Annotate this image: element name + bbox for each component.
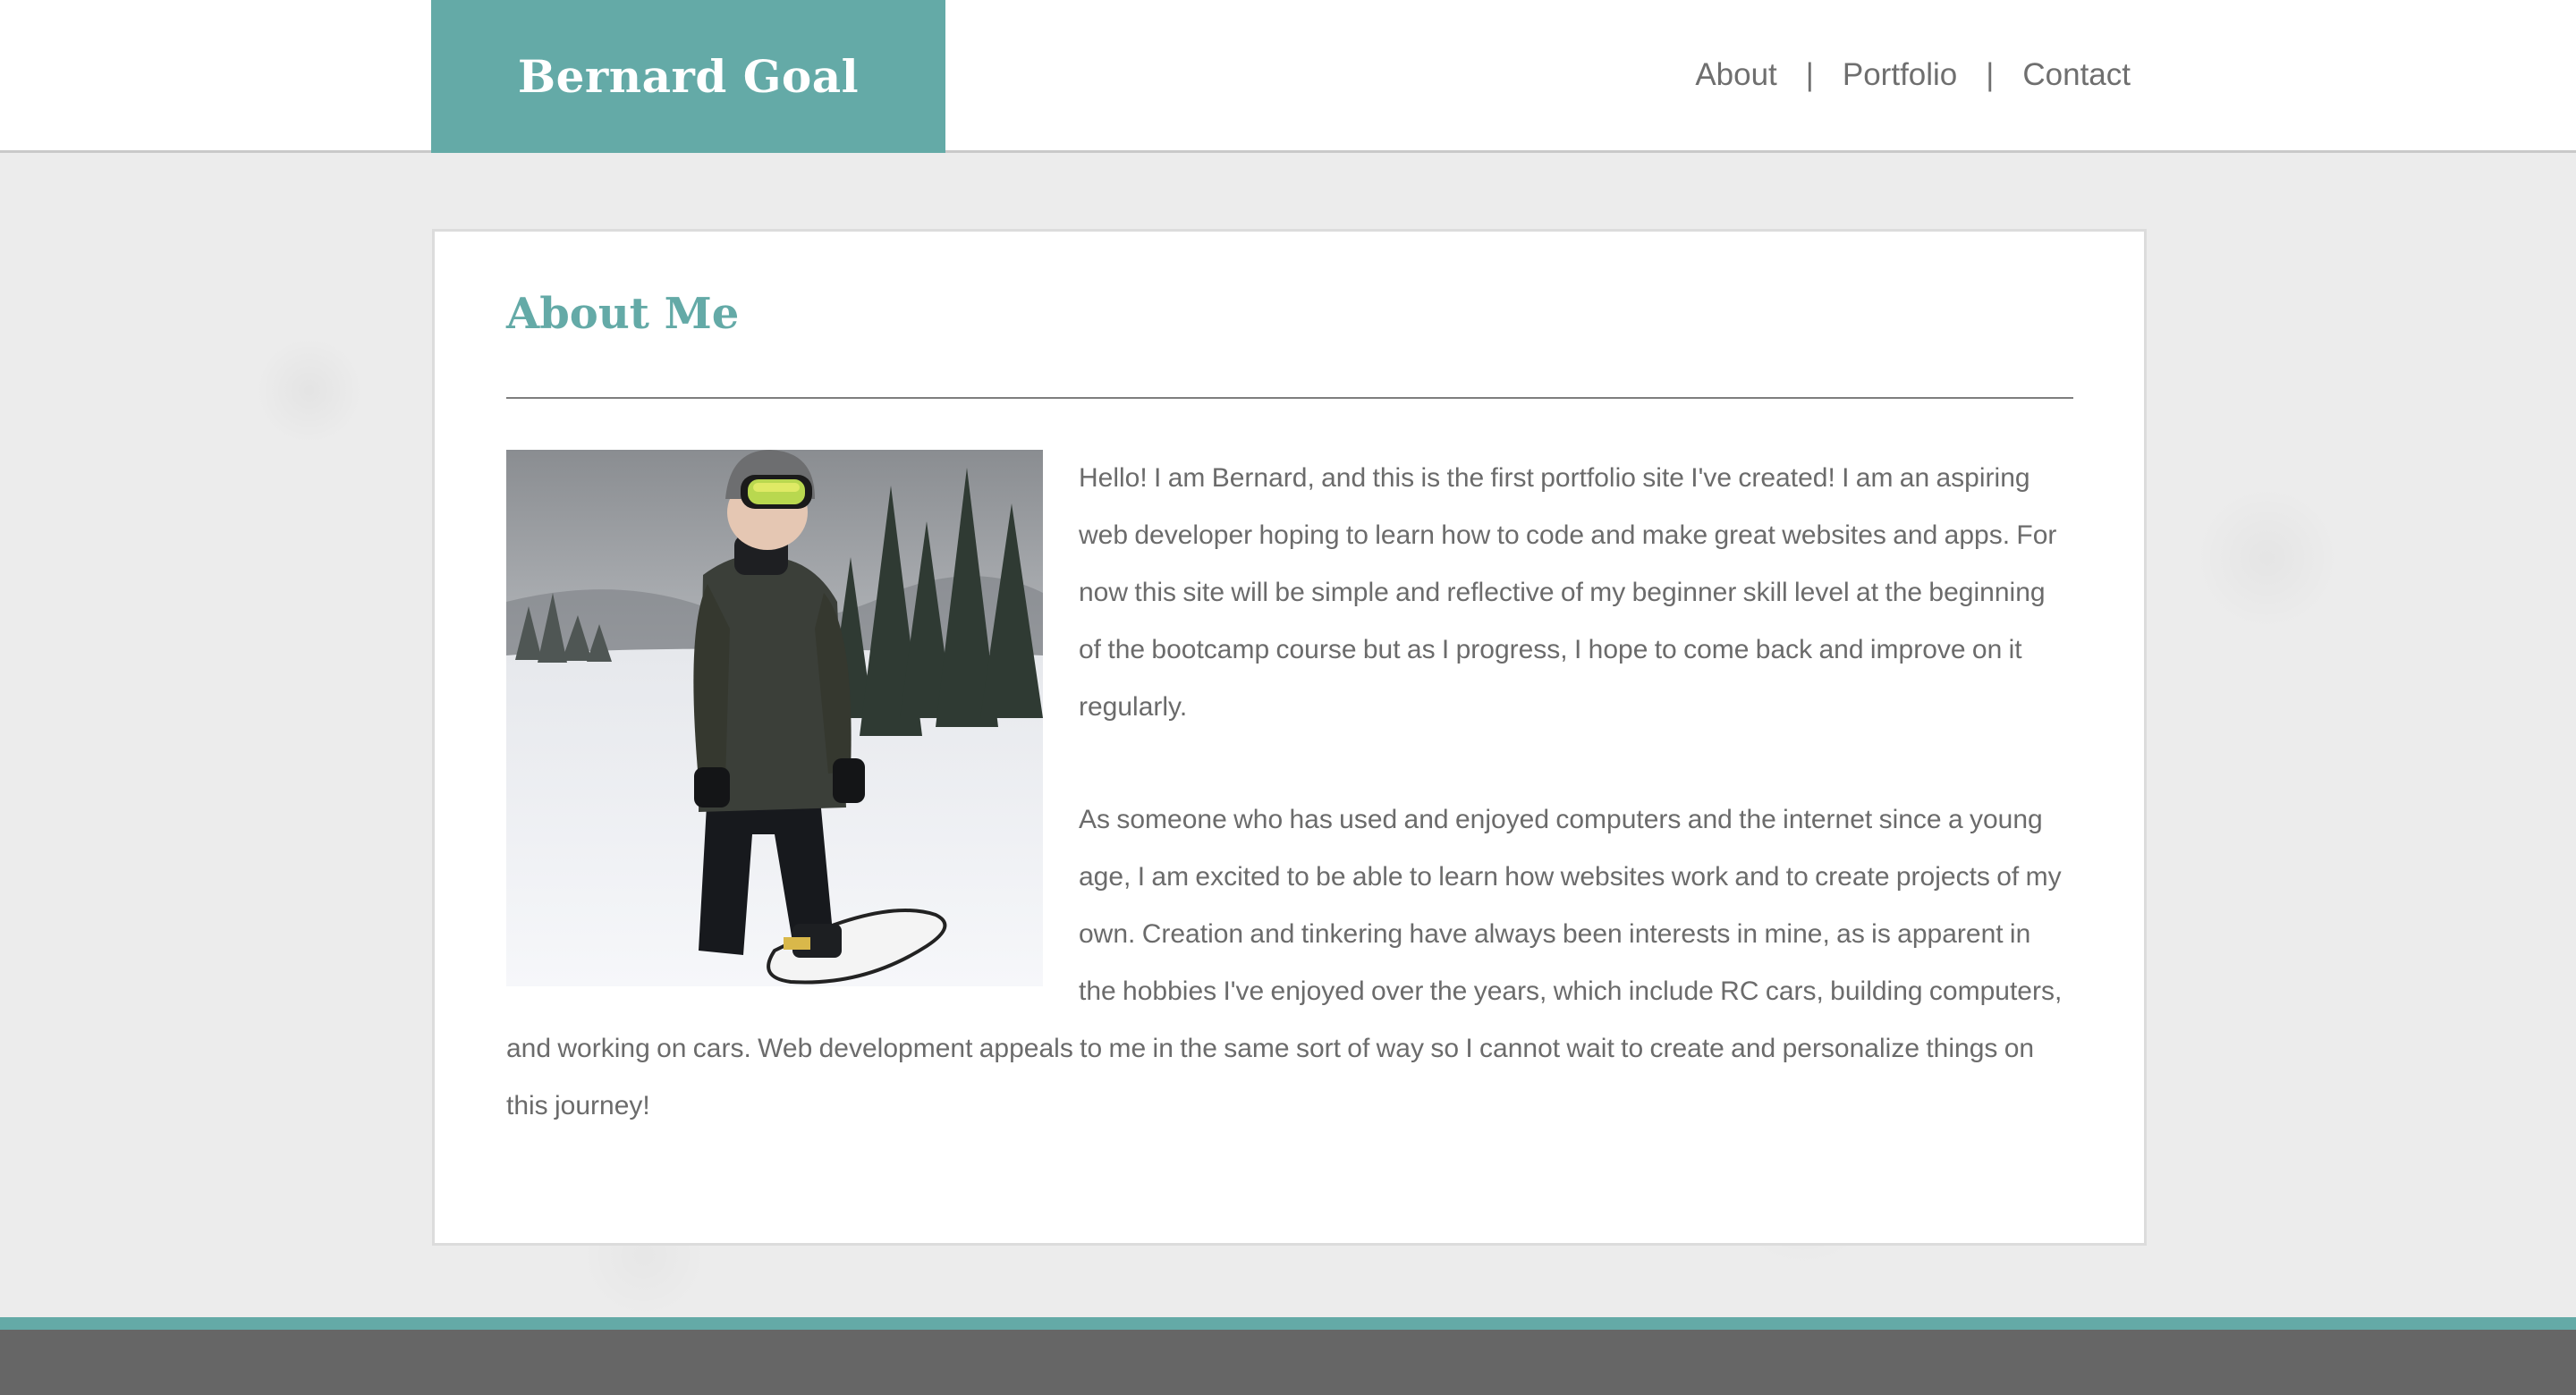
brand-block[interactable]: Bernard Goal bbox=[431, 0, 945, 153]
page-title: About Me bbox=[506, 289, 740, 339]
nav-link-portfolio[interactable]: Portfolio bbox=[1843, 57, 1957, 93]
nav-link-about[interactable]: About bbox=[1695, 57, 1776, 93]
site-header: Bernard Goal About | Portfolio | Contact bbox=[0, 0, 2576, 153]
footer-accent-bar bbox=[0, 1317, 2576, 1330]
nav-link-contact[interactable]: Contact bbox=[2022, 57, 2131, 93]
snowboarder-illustration bbox=[506, 450, 1043, 986]
site-footer bbox=[0, 1330, 2576, 1395]
about-card: About Me Hello! I am Bernard, and this i… bbox=[432, 229, 2147, 1246]
main-nav: About | Portfolio | Contact bbox=[1695, 0, 2131, 150]
title-divider bbox=[506, 397, 2073, 399]
profile-photo bbox=[506, 450, 1043, 986]
about-content: Hello! I am Bernard, and this is the fir… bbox=[506, 450, 2073, 1135]
nav-separator: | bbox=[1986, 57, 1995, 92]
brand-name[interactable]: Bernard Goal bbox=[518, 50, 859, 103]
nav-separator: | bbox=[1805, 57, 1814, 92]
